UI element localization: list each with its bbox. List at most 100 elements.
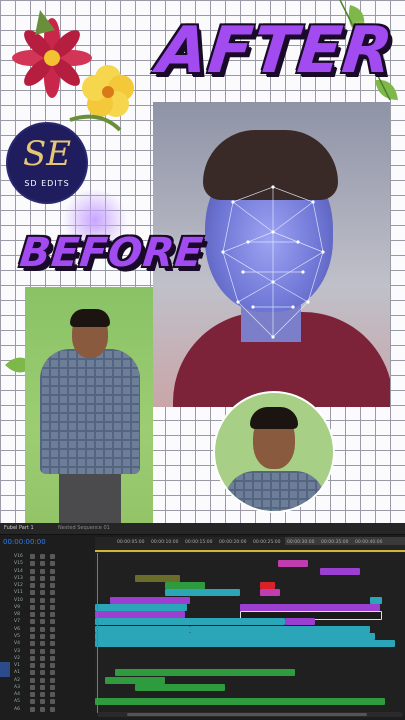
lock-icon[interactable]: [30, 561, 35, 567]
eye-icon[interactable]: [50, 677, 55, 683]
timeline-clip[interactable]: [278, 560, 308, 568]
sync-icon[interactable]: [40, 655, 45, 661]
sync-icon[interactable]: [40, 699, 45, 705]
sync-icon[interactable]: [40, 641, 45, 647]
lock-icon[interactable]: [30, 619, 35, 625]
sync-icon[interactable]: [40, 583, 45, 589]
eye-icon[interactable]: [50, 670, 55, 676]
timeline-clip[interactable]: [95, 611, 185, 619]
eye-icon[interactable]: [50, 554, 55, 559]
eye-icon[interactable]: [50, 692, 55, 698]
timeline-clip[interactable]: [190, 625, 370, 633]
lock-icon[interactable]: [30, 677, 35, 683]
sync-icon[interactable]: [40, 554, 45, 559]
timeline-clip[interactable]: [95, 640, 395, 648]
lock-icon[interactable]: [30, 575, 35, 581]
eye-icon[interactable]: [50, 604, 55, 610]
lock-icon[interactable]: [30, 626, 35, 632]
sync-icon[interactable]: [40, 597, 45, 603]
timeline-clip[interactable]: [135, 683, 225, 691]
tab-sequence-2[interactable]: Nested Sequence 01: [58, 525, 110, 531]
timeline-clip[interactable]: [95, 633, 375, 640]
timeline-clip[interactable]: [95, 698, 385, 706]
track-label: V16: [14, 554, 23, 559]
lock-icon[interactable]: [30, 663, 35, 669]
timeline-clip[interactable]: [240, 603, 380, 611]
eye-icon[interactable]: [50, 706, 55, 712]
sync-icon[interactable]: [40, 670, 45, 676]
timeline-clip[interactable]: [285, 618, 315, 626]
eye-icon[interactable]: [50, 619, 55, 625]
timeline-clip[interactable]: [165, 582, 205, 590]
timeline-clip[interactable]: [105, 676, 165, 684]
sync-icon[interactable]: [40, 590, 45, 596]
timeline-clip[interactable]: [95, 625, 190, 633]
lock-icon[interactable]: [30, 604, 35, 610]
lock-icon[interactable]: [30, 597, 35, 603]
eye-icon[interactable]: [50, 648, 55, 654]
timeline-clip[interactable]: [260, 589, 280, 597]
sync-icon[interactable]: [40, 568, 45, 574]
sync-icon[interactable]: [40, 684, 45, 690]
sync-icon[interactable]: [40, 692, 45, 698]
lock-icon[interactable]: [30, 612, 35, 618]
timeline-clip[interactable]: [115, 669, 295, 677]
eye-icon[interactable]: [50, 634, 55, 639]
timeline-clip[interactable]: [135, 574, 180, 582]
lock-icon[interactable]: [30, 554, 35, 559]
lock-icon[interactable]: [30, 583, 35, 589]
eye-icon[interactable]: [50, 655, 55, 661]
lock-icon[interactable]: [30, 706, 35, 712]
timeline-clip[interactable]: [320, 567, 360, 575]
lock-icon[interactable]: [30, 692, 35, 698]
lock-icon[interactable]: [30, 590, 35, 596]
sync-icon[interactable]: [40, 619, 45, 625]
sync-icon[interactable]: [40, 648, 45, 654]
eye-icon[interactable]: [50, 626, 55, 632]
tab-sequence-1[interactable]: Fubel Part 1: [4, 525, 34, 531]
lock-icon[interactable]: [30, 634, 35, 639]
sync-icon[interactable]: [40, 626, 45, 632]
scrollbar-thumb[interactable]: [127, 713, 367, 716]
timeline-clip[interactable]: [95, 603, 187, 611]
sync-icon[interactable]: [40, 634, 45, 639]
eye-icon[interactable]: [50, 612, 55, 618]
lock-icon[interactable]: [30, 641, 35, 647]
lock-icon[interactable]: [30, 655, 35, 661]
time-ruler[interactable]: 00:00:05:00 00:00:10:00 00:00:15:00 00:0…: [95, 537, 405, 553]
eye-icon[interactable]: [50, 597, 55, 603]
eye-icon[interactable]: [50, 684, 55, 690]
sync-icon[interactable]: [40, 663, 45, 669]
lock-icon[interactable]: [30, 648, 35, 654]
eye-icon[interactable]: [50, 561, 55, 567]
sd-edits-logo: SE SD EDITS: [8, 124, 86, 202]
lock-icon[interactable]: [30, 699, 35, 705]
lock-icon[interactable]: [30, 670, 35, 676]
timeline-clip[interactable]: [110, 596, 190, 604]
track-header-a6[interactable]: A6: [0, 706, 95, 714]
sync-icon[interactable]: [40, 604, 45, 610]
eye-icon[interactable]: [50, 590, 55, 596]
sync-icon[interactable]: [40, 677, 45, 683]
sync-icon[interactable]: [40, 706, 45, 712]
timeline-clip[interactable]: [165, 589, 240, 597]
timeline-scrollbar[interactable]: [97, 712, 403, 717]
lock-icon[interactable]: [30, 684, 35, 690]
timeline-clip[interactable]: [260, 582, 275, 590]
playhead[interactable]: [97, 553, 98, 713]
track-area[interactable]: [95, 553, 405, 713]
eye-icon[interactable]: [50, 641, 55, 647]
lock-icon[interactable]: [30, 568, 35, 574]
timeline-clip[interactable]: [370, 596, 382, 604]
sync-icon[interactable]: [40, 612, 45, 618]
timeline-clip[interactable]: [95, 618, 285, 626]
eye-icon[interactable]: [50, 568, 55, 574]
eye-icon[interactable]: [50, 583, 55, 589]
eye-icon[interactable]: [50, 575, 55, 581]
eye-icon[interactable]: [50, 699, 55, 705]
sync-icon[interactable]: [40, 575, 45, 581]
sync-icon[interactable]: [40, 561, 45, 567]
track-label: V5: [14, 634, 20, 639]
playhead-timecode[interactable]: 00:00:00:00: [3, 538, 46, 546]
eye-icon[interactable]: [50, 663, 55, 669]
